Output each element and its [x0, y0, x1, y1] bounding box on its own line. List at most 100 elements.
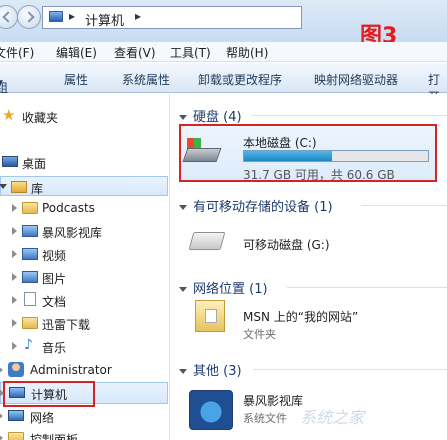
- expand-arrow-icon[interactable]: [12, 342, 17, 350]
- menu-help[interactable]: 帮助(H): [226, 44, 268, 61]
- video-library-icon: [22, 225, 38, 237]
- sidebar-item-label: 图片: [42, 272, 67, 286]
- properties-button[interactable]: 属性: [64, 71, 88, 88]
- command-toolbar: 组织 ▼ 属性 系统属性 卸载或更改程序 映射网络驱动器 打开: [0, 63, 447, 112]
- sidebar-item-label: 暴风影视库: [42, 226, 103, 240]
- expand-arrow-icon[interactable]: [12, 319, 17, 327]
- expand-arrow-icon[interactable]: [12, 296, 17, 304]
- video-icon: [22, 248, 38, 260]
- expand-arrow-icon[interactable]: [0, 389, 4, 397]
- collapse-arrow-icon: [179, 369, 187, 374]
- removable-disk-name[interactable]: 可移动磁盘 (G:): [243, 236, 330, 253]
- sidebar-item-label: 文档: [42, 295, 67, 309]
- sidebar-item-label: Podcasts: [42, 201, 95, 215]
- star-icon: ★: [2, 106, 16, 124]
- group-title: 网络位置 (1): [193, 282, 268, 297]
- group-removable-storage[interactable]: 有可移动存储的设备 (1): [179, 196, 333, 215]
- group-network-locations[interactable]: 网络位置 (1): [179, 278, 268, 297]
- expand-arrow-icon[interactable]: [0, 412, 3, 420]
- system-properties-button[interactable]: 系统属性: [122, 71, 170, 88]
- menu-edit[interactable]: 编辑(E): [56, 44, 97, 61]
- group-title: 有可移动存储的设备 (1): [193, 200, 333, 215]
- sidebar-item-podcasts[interactable]: Podcasts: [0, 198, 168, 218]
- sidebar-item-libraries[interactable]: 库: [0, 176, 168, 196]
- uninstall-program-button[interactable]: 卸载或更改程序: [198, 71, 282, 88]
- back-button[interactable]: [0, 5, 18, 29]
- menu-view[interactable]: 查看(V): [114, 44, 156, 61]
- group-title: 其他 (3): [193, 364, 242, 379]
- sidebar-item-administrator[interactable]: Administrator: [0, 360, 168, 380]
- drive-usage-bar: [243, 150, 429, 162]
- content-pane: 硬盘 (4) 本地磁盘 (C:) 31.7 GB 可用，共 60.6 GB 有可…: [171, 94, 447, 440]
- arrow-left-icon: [2, 11, 14, 23]
- control-panel-icon: [8, 432, 24, 440]
- sidebar-item-pictures[interactable]: 图片: [0, 267, 168, 287]
- drive-name: 本地磁盘 (C:): [243, 136, 317, 150]
- sidebar-item-label: 计算机: [31, 388, 68, 402]
- folder-icon: [22, 202, 38, 214]
- collapse-arrow-icon: [179, 205, 187, 210]
- hard-disk-icon: [182, 138, 222, 166]
- group-divider: [287, 287, 447, 288]
- drive-usage-fill: [244, 151, 333, 161]
- sidebar-item-control-panel[interactable]: 控制面板: [0, 428, 168, 440]
- menu-bar: 文件(F) 编辑(E) 查看(V) 工具(T) 帮助(H): [0, 42, 447, 62]
- sidebar-item-music[interactable]: ♪ 音乐: [0, 336, 168, 356]
- sidebar-item-label: 桌面: [22, 157, 47, 171]
- expand-arrow-icon[interactable]: [0, 184, 7, 189]
- expand-arrow-icon[interactable]: [0, 366, 3, 374]
- group-title: 硬盘 (4): [193, 110, 242, 125]
- other-item-type: 系统文件: [243, 412, 287, 425]
- expand-arrow-icon[interactable]: [12, 250, 17, 258]
- sidebar-item-computer[interactable]: 计算机: [0, 381, 168, 407]
- sidebar-item-label: 音乐: [42, 341, 67, 355]
- expand-arrow-icon[interactable]: [12, 204, 17, 212]
- network-icon: [8, 410, 24, 421]
- site-watermark: 系统之家: [300, 408, 365, 427]
- picture-icon: [22, 271, 38, 283]
- forward-button[interactable]: [17, 5, 41, 29]
- removable-disk-icon[interactable]: [188, 232, 226, 250]
- sidebar-item-thunder-downloads[interactable]: 迅雷下载: [0, 313, 168, 333]
- drive-free-space: 31.7 GB 可用，共 60.6 GB: [243, 168, 395, 182]
- sidebar-item-favorites[interactable]: ★ 收藏夹: [0, 106, 168, 126]
- menu-file[interactable]: 文件(F): [0, 44, 34, 61]
- sidebar-item-desktop[interactable]: 桌面: [0, 152, 168, 172]
- breadcrumb-separator[interactable]: ▸: [135, 9, 141, 23]
- expand-arrow-icon[interactable]: [12, 273, 17, 281]
- network-location-type: 文件夹: [243, 328, 276, 341]
- library-icon: [11, 181, 27, 193]
- arrow-right-icon: [23, 11, 35, 23]
- group-hard-disks[interactable]: 硬盘 (4): [179, 106, 242, 125]
- computer-icon: [9, 387, 25, 398]
- sidebar-item-documents[interactable]: 文档: [0, 290, 168, 310]
- sidebar-item-label: 网络: [30, 411, 55, 425]
- sidebar-item-baofeng-library[interactable]: 暴风影视库: [0, 221, 168, 241]
- menu-tools[interactable]: 工具(T): [170, 44, 211, 61]
- expand-arrow-icon[interactable]: [0, 434, 3, 440]
- group-other[interactable]: 其他 (3): [179, 360, 242, 379]
- sidebar-item-label: 控制面板: [30, 433, 79, 440]
- computer-icon: [49, 11, 63, 22]
- sidebar-item-videos[interactable]: 视频: [0, 244, 168, 264]
- address-input[interactable]: ▸ 计算机 ▸: [42, 6, 302, 29]
- breadcrumb-separator[interactable]: ▸: [69, 9, 75, 23]
- sidebar-item-label: 迅雷下载: [42, 318, 91, 332]
- navigation-pane: ★ 收藏夹 桌面 库 Podcasts 暴风影视库 视频 图片 文档 迅雷下载 …: [0, 94, 170, 440]
- sidebar-item-label: 库: [31, 182, 44, 196]
- folder-icon: [22, 317, 38, 329]
- address-bar-area: ▸ 计算机 ▸ 图3: [0, 0, 447, 49]
- sidebar-item-label: Administrator: [30, 363, 112, 377]
- expand-arrow-icon[interactable]: [12, 227, 17, 235]
- breadcrumb-computer[interactable]: 计算机: [85, 10, 124, 29]
- network-location-name[interactable]: MSN 上的“我的网站”: [243, 308, 358, 325]
- sidebar-item-network[interactable]: 网络: [0, 406, 168, 426]
- map-network-drive-button[interactable]: 映射网络驱动器: [314, 71, 398, 88]
- collapse-arrow-icon: [179, 287, 187, 292]
- folder-icon[interactable]: [195, 300, 225, 332]
- user-icon: [8, 362, 24, 377]
- other-item-name[interactable]: 暴风影视库: [243, 392, 303, 409]
- desktop-icon: [2, 156, 18, 167]
- media-library-icon[interactable]: [189, 390, 233, 430]
- chevron-down-icon: ▼: [0, 79, 3, 89]
